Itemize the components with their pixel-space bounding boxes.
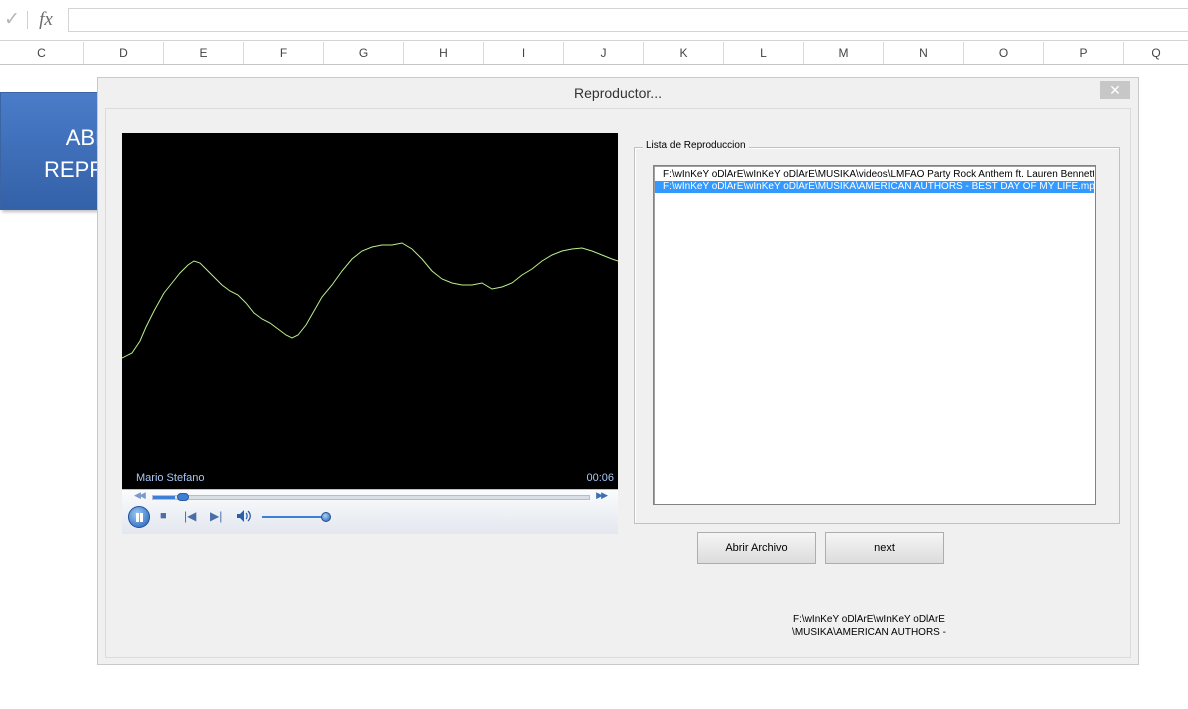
column-header-k[interactable]: K: [644, 42, 724, 64]
player-artist-label: Mario Stefano: [136, 472, 205, 484]
column-header-m[interactable]: M: [804, 42, 884, 64]
column-header-j[interactable]: J: [564, 42, 644, 64]
stop-icon[interactable]: ■: [160, 509, 167, 523]
column-header-l[interactable]: L: [724, 42, 804, 64]
seek-bar-fill: [153, 496, 175, 499]
player-controls: ◀◀ ▶▶ ■ |◀ ▶|: [122, 489, 618, 534]
close-icon[interactable]: ✕: [1100, 81, 1130, 99]
current-file-path: F:\wInKeY oDlArE\wInKeY oDlArE \MUSIKA\A…: [784, 613, 954, 639]
playlist-frame-label: Lista de Reproduccion: [643, 140, 749, 151]
next-icon[interactable]: ▶|: [210, 509, 222, 523]
media-player[interactable]: Mario Stefano 00:06 ◀◀ ▶▶ ■ |◀ ▶|: [122, 133, 618, 534]
column-header-f[interactable]: F: [244, 42, 324, 64]
pause-icon[interactable]: [128, 506, 150, 528]
column-headers: C D E F G H I J K L M N O P Q: [0, 42, 1188, 65]
rewind-icon[interactable]: ◀◀: [134, 490, 146, 501]
formula-input[interactable]: [68, 8, 1188, 32]
speaker-icon[interactable]: [236, 509, 252, 526]
player-time-label: 00:06: [586, 472, 614, 484]
insert-function-icon[interactable]: fx: [34, 8, 58, 32]
player-dialog: Reproductor... ✕ Mario Stefano 00:06 ◀◀ …: [97, 77, 1139, 665]
volume-slider[interactable]: [262, 512, 331, 522]
volume-slider-handle[interactable]: [321, 512, 331, 522]
column-header-n[interactable]: N: [884, 42, 964, 64]
column-header-d[interactable]: D: [84, 42, 164, 64]
playlist-frame: Lista de Reproduccion F:\wInKeY oDlArE\w…: [634, 140, 1120, 524]
column-header-c[interactable]: C: [0, 42, 84, 64]
column-header-e[interactable]: E: [164, 42, 244, 64]
next-button[interactable]: next: [825, 532, 944, 564]
column-header-i[interactable]: I: [484, 42, 564, 64]
seek-bar-handle[interactable]: [176, 493, 189, 501]
playlist-item-selected[interactable]: F:\wInKeY oDlArE\wInKeY oDlArE\MUSIKA\AM…: [655, 181, 1094, 193]
column-header-g[interactable]: G: [324, 42, 404, 64]
seek-bar[interactable]: [152, 493, 590, 501]
shape-label-line1: ABRIR: [65, 125, 109, 150]
fast-forward-icon[interactable]: ▶▶: [596, 490, 608, 501]
shape-label-line2: REPRODUCTOR: [44, 157, 109, 182]
formula-bar-divider: [27, 11, 28, 29]
open-player-shape-button[interactable]: ABRIR REPRODUCTOR: [0, 92, 110, 210]
column-header-p[interactable]: P: [1044, 42, 1124, 64]
enter-check-icon[interactable]: ✓: [2, 8, 22, 32]
dialog-title: Reproductor...: [574, 85, 662, 101]
current-file-path-line1: F:\wInKeY oDlArE\wInKeY oDlArE: [793, 614, 945, 625]
column-header-o[interactable]: O: [964, 42, 1044, 64]
audio-visualizer: [122, 242, 618, 359]
current-file-path-line2: \MUSIKA\AMERICAN AUTHORS -: [792, 627, 946, 638]
column-header-q[interactable]: Q: [1124, 42, 1188, 64]
formula-bar: ✓ fx: [0, 0, 1188, 41]
previous-icon[interactable]: |◀: [184, 509, 196, 523]
playlist-item[interactable]: F:\wInKeY oDlArE\wInKeY oDlArE\MUSIKA\vi…: [655, 169, 1094, 181]
playlist-listbox[interactable]: F:\wInKeY oDlArE\wInKeY oDlArE\MUSIKA\vi…: [653, 165, 1096, 505]
visualizer-waveform: [122, 242, 618, 359]
open-file-button[interactable]: Abrir Archivo: [697, 532, 816, 564]
column-header-h[interactable]: H: [404, 42, 484, 64]
